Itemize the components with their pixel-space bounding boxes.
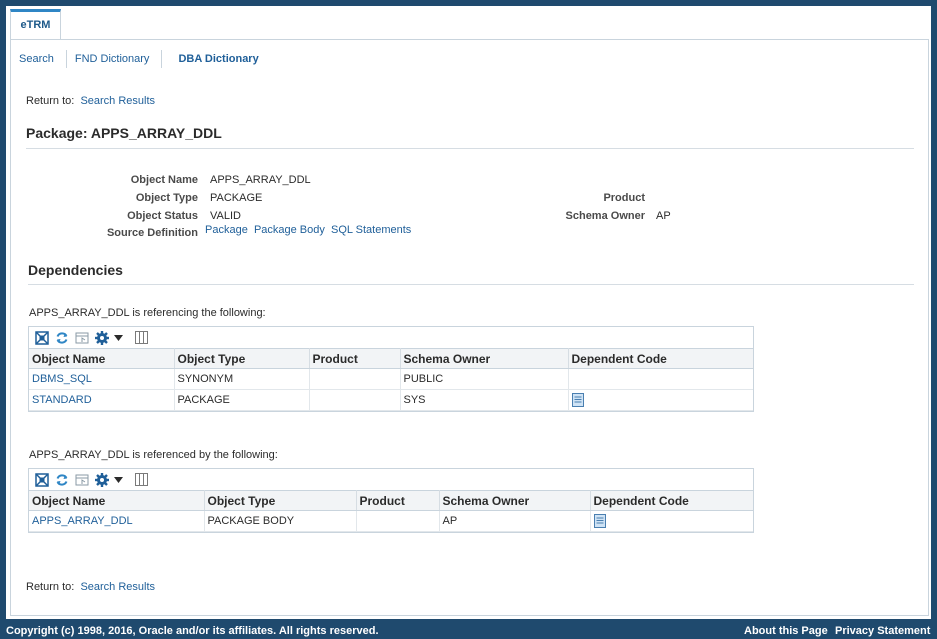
- product-label: Product: [603, 192, 645, 204]
- object-name-link[interactable]: APPS_ARRAY_DDL: [32, 515, 133, 527]
- col-object-type[interactable]: Object Type: [204, 490, 357, 511]
- col-dependent-code[interactable]: Dependent Code: [590, 490, 753, 511]
- object-name-value: APPS_ARRAY_DDL: [210, 174, 311, 186]
- return-to-label: Return to:: [26, 95, 75, 107]
- referencing-grid: Object Name Object Type Product Schema O…: [29, 348, 753, 411]
- detach-icon[interactable]: [34, 472, 50, 488]
- source-definition-links: Package Package Body SQL Statements: [205, 224, 411, 236]
- dependent-code-cell: [568, 368, 753, 390]
- col-schema-owner[interactable]: Schema Owner: [439, 490, 591, 511]
- product-cell: [309, 389, 401, 411]
- schema-owner-cell: SYS: [400, 389, 569, 411]
- object-type-label: Object Type: [135, 192, 198, 204]
- nav-dba-dictionary-link[interactable]: DBA Dictionary: [170, 53, 266, 65]
- table-row: APPS_ARRAY_DDL PACKAGE BODY AP: [29, 510, 753, 532]
- source-package-body-link[interactable]: Package Body: [254, 224, 325, 236]
- columns-icon[interactable]: [133, 330, 149, 346]
- col-object-name[interactable]: Object Name: [29, 490, 205, 511]
- col-object-type[interactable]: Object Type: [174, 348, 310, 369]
- document-icon[interactable]: [593, 514, 606, 528]
- freeze-icon[interactable]: [74, 330, 90, 346]
- page-title: Package: APPS_ARRAY_DDL: [26, 125, 914, 149]
- nav-search-link[interactable]: Search: [19, 53, 62, 65]
- object-status-value: VALID: [210, 210, 241, 222]
- product-cell: [309, 368, 401, 390]
- dependencies-heading: Dependencies: [28, 262, 914, 285]
- return-search-results-link[interactable]: Search Results: [80, 581, 155, 593]
- schema-owner-cell: AP: [439, 510, 591, 532]
- object-type-cell: PACKAGE BODY: [204, 510, 357, 532]
- columns-icon[interactable]: [133, 472, 149, 488]
- return-to-label: Return to:: [26, 581, 75, 593]
- object-name-link[interactable]: STANDARD: [32, 394, 92, 406]
- nav-separator: [161, 50, 163, 68]
- col-object-name[interactable]: Object Name: [29, 348, 175, 369]
- table-row: STANDARD PACKAGE SYS: [29, 389, 753, 411]
- schema-owner-label: Schema Owner: [565, 210, 645, 222]
- schema-owner-cell: PUBLIC: [400, 368, 569, 390]
- object-type-cell: PACKAGE: [174, 389, 310, 411]
- chevron-down-icon[interactable]: [114, 330, 123, 346]
- source-definition-label: Source Definition: [106, 227, 198, 239]
- detach-icon[interactable]: [34, 330, 50, 346]
- return-to-bottom: Return to: Search Results: [26, 581, 155, 593]
- privacy-statement-link[interactable]: Privacy Statement: [835, 625, 930, 637]
- freeze-icon[interactable]: [74, 472, 90, 488]
- about-page-link[interactable]: About this Page: [744, 625, 828, 637]
- referenced-caption: APPS_ARRAY_DDL is referenced by the foll…: [29, 449, 278, 461]
- gear-icon[interactable]: [94, 330, 110, 346]
- table-toolbar: [29, 327, 753, 348]
- object-name-link[interactable]: DBMS_SQL: [32, 373, 92, 385]
- object-name-label: Object Name: [130, 174, 198, 186]
- col-product[interactable]: Product: [309, 348, 401, 369]
- nav-separator: [65, 50, 67, 68]
- return-search-results-link[interactable]: Search Results: [80, 95, 155, 107]
- source-sql-statements-link[interactable]: SQL Statements: [331, 224, 411, 236]
- page-footer: Copyright (c) 1998, 2016, Oracle and/or …: [0, 621, 937, 639]
- referenced-grid: Object Name Object Type Product Schema O…: [29, 490, 753, 532]
- sub-navigation: Search FND Dictionary DBA Dictionary: [19, 49, 267, 69]
- product-cell: [356, 510, 440, 532]
- object-type-value: PACKAGE: [210, 192, 263, 204]
- chevron-down-icon[interactable]: [114, 472, 123, 488]
- source-package-link[interactable]: Package: [205, 224, 248, 236]
- col-product[interactable]: Product: [356, 490, 440, 511]
- copyright-text: Copyright (c) 1998, 2016, Oracle and/or …: [6, 625, 379, 637]
- schema-owner-value: AP: [656, 210, 671, 222]
- col-dependent-code[interactable]: Dependent Code: [568, 348, 753, 369]
- object-type-cell: SYNONYM: [174, 368, 310, 390]
- return-to-top: Return to: Search Results: [26, 95, 155, 107]
- dependent-code-cell: [590, 510, 753, 532]
- object-status-label: Object Status: [127, 210, 198, 222]
- refresh-icon[interactable]: [54, 472, 70, 488]
- content-area: Search FND Dictionary DBA Dictionary Ret…: [10, 39, 929, 616]
- referencing-caption: APPS_ARRAY_DDL is referencing the follow…: [29, 307, 266, 319]
- col-schema-owner[interactable]: Schema Owner: [400, 348, 569, 369]
- tab-etrm[interactable]: eTRM: [10, 9, 61, 40]
- referencing-table: Object Name Object Type Product Schema O…: [28, 326, 754, 412]
- table-row: DBMS_SQL SYNONYM PUBLIC: [29, 368, 753, 390]
- gear-icon[interactable]: [94, 472, 110, 488]
- referenced-table: Object Name Object Type Product Schema O…: [28, 468, 754, 533]
- page-frame: eTRM Search FND Dictionary DBA Dictionar…: [6, 6, 931, 619]
- dependent-code-cell: [568, 389, 753, 411]
- refresh-icon[interactable]: [54, 330, 70, 346]
- nav-fnd-dictionary-link[interactable]: FND Dictionary: [75, 53, 158, 65]
- document-icon[interactable]: [571, 393, 584, 407]
- table-toolbar: [29, 469, 753, 490]
